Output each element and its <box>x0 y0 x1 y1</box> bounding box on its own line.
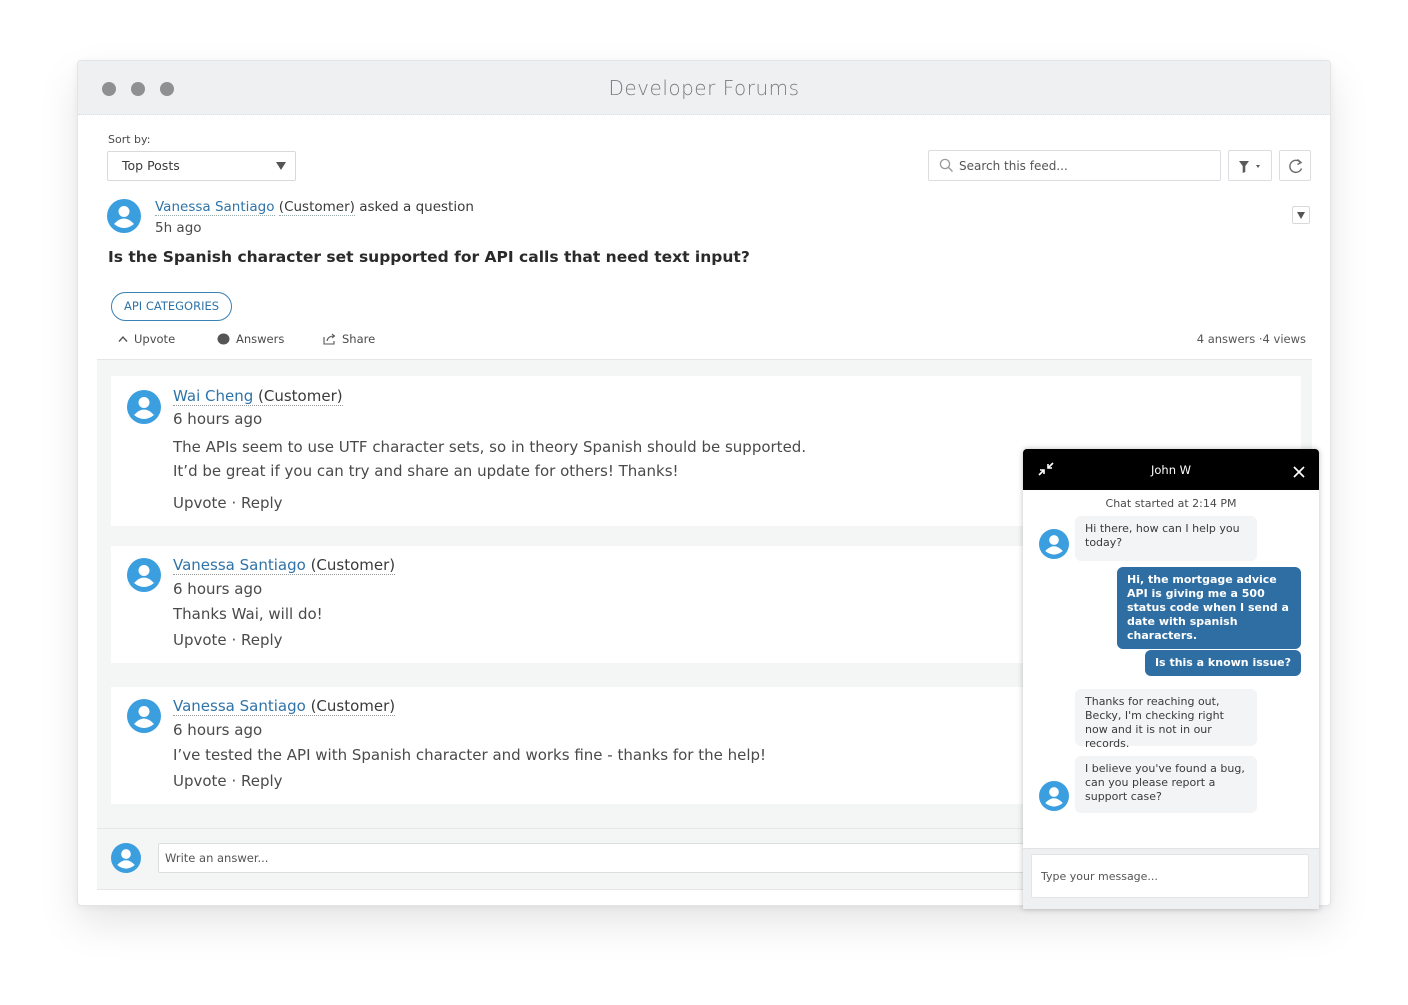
caret-down-icon <box>276 162 286 170</box>
answer-upvote-link[interactable]: Upvote <box>173 631 227 649</box>
upvote-button[interactable]: Upvote <box>118 332 175 346</box>
answer-body-line: I’ve tested the API with Spanish charact… <box>173 746 767 764</box>
post-timestamp: 5h ago <box>155 220 202 236</box>
answer-body-line: Thanks Wai, will do! <box>173 605 323 623</box>
answer-upvote-link[interactable]: Upvote <box>173 772 227 790</box>
search-feed[interactable] <box>928 150 1221 181</box>
current-user-avatar <box>111 843 141 873</box>
post-stats: 4 answers ·4 views <box>1197 332 1306 346</box>
title-bar: Developer Forums <box>78 61 1330 115</box>
answer-body-line: The APIs seem to use UTF character sets,… <box>173 438 807 456</box>
sort-label: Sort by: <box>108 133 151 146</box>
answer-author-role: (Customer) <box>310 697 396 715</box>
chat-agent-name: John W <box>1150 463 1192 477</box>
chat-widget: John W Chat started at 2:14 PM Hi there,… <box>1023 449 1319 909</box>
agent-message: I believe you've found a bug, can you pl… <box>1075 756 1257 813</box>
answer-actions: Upvote · Reply <box>173 631 283 649</box>
user-message: Is this a known issue? <box>1144 650 1301 676</box>
filter-button[interactable] <box>1228 150 1272 181</box>
answer-avatar[interactable] <box>127 699 161 733</box>
refresh-button[interactable] <box>1279 150 1311 181</box>
answer-avatar[interactable] <box>127 558 161 592</box>
answer-timestamp: 6 hours ago <box>173 721 263 739</box>
post-menu-button[interactable] <box>1292 206 1310 224</box>
share-label: Share <box>342 332 376 346</box>
share-button[interactable]: Share <box>323 332 375 346</box>
post-author-link[interactable]: Vanessa Santiago <box>155 199 275 216</box>
chat-started-text: Chat started at 2:14 PM <box>1105 497 1237 510</box>
answer-body: I’ve tested the API with Spanish charact… <box>173 743 766 767</box>
chevron-up-icon <box>118 335 128 342</box>
answer-reply-link[interactable]: · Reply <box>231 772 282 790</box>
answer-body-line: It’d be great if you can try and share a… <box>173 462 679 480</box>
answer-reply-link[interactable]: · Reply <box>231 494 282 512</box>
answer-timestamp: 6 hours ago <box>173 580 263 598</box>
answer-actions: Upvote · Reply <box>173 494 283 512</box>
views-count: 4 views <box>1262 332 1306 346</box>
search-icon <box>939 158 954 177</box>
author-avatar[interactable] <box>107 199 141 233</box>
post-author-role: (Customer) <box>278 199 355 216</box>
answer-upvote-link[interactable]: Upvote <box>173 494 227 512</box>
answer-author: Wai Cheng (Customer) <box>173 387 343 406</box>
post-header: Vanessa Santiago (Customer) asked a ques… <box>155 199 474 216</box>
answer-input[interactable] <box>158 843 1058 873</box>
upvote-label: Upvote <box>134 332 176 346</box>
answer-avatar[interactable] <box>127 390 161 424</box>
chat-header: John W <box>1023 449 1319 490</box>
answer-author-link[interactable]: Vanessa Santiago <box>173 697 306 715</box>
answer-author-role: (Customer) <box>310 556 396 574</box>
chat-footer <box>1023 848 1319 909</box>
user-message: Hi, the mortgage advice API is giving me… <box>1117 567 1301 649</box>
filter-icon <box>1239 161 1260 173</box>
search-input[interactable] <box>959 151 1209 180</box>
chat-message-input[interactable] <box>1031 854 1309 898</box>
sort-value: Top Posts <box>122 158 180 173</box>
answers-count: 4 answers <box>1196 332 1256 346</box>
topic-tag[interactable]: API CATEGORIES <box>111 292 233 321</box>
answer-author: Vanessa Santiago (Customer) <box>173 697 396 716</box>
answer-body: Thanks Wai, will do! <box>173 602 323 626</box>
post-action-text: asked a question <box>359 199 474 215</box>
comment-bubble-icon <box>217 333 230 345</box>
answer-author-link[interactable]: Wai Cheng <box>173 387 253 405</box>
answer-actions: Upvote · Reply <box>173 772 283 790</box>
agent-message: Hi there, how can I help you today? <box>1075 516 1257 561</box>
answer-timestamp: 6 hours ago <box>173 410 263 428</box>
window-title: Developer Forums <box>608 76 800 100</box>
agent-avatar <box>1039 781 1069 811</box>
agent-avatar <box>1039 529 1069 559</box>
answer-body: The APIs seem to use UTF character sets,… <box>173 435 806 483</box>
close-chat-icon[interactable] <box>1293 463 1305 482</box>
refresh-icon <box>1289 158 1303 174</box>
share-icon <box>323 333 336 345</box>
answers-button[interactable]: Answers <box>217 332 284 346</box>
answer-author: Vanessa Santiago (Customer) <box>173 556 396 575</box>
sort-dropdown[interactable]: Top Posts <box>107 151 296 181</box>
answer-author-role: (Customer) <box>258 387 343 405</box>
question-title: Is the Spanish character set supported f… <box>108 248 750 266</box>
answer-reply-link[interactable]: · Reply <box>231 631 282 649</box>
answers-label: Answers <box>236 332 285 346</box>
agent-message: Thanks for reaching out, Becky, I'm chec… <box>1075 689 1257 750</box>
answer-author-link[interactable]: Vanessa Santiago <box>173 556 306 574</box>
